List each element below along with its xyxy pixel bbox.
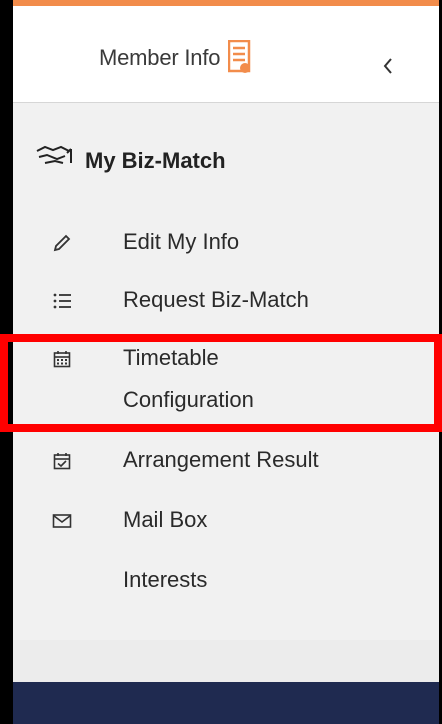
menu-item-label: Edit My Info [123,229,240,254]
menu-item-label: Interests [123,567,208,592]
list-icon [51,290,73,312]
footer-bar [13,682,439,724]
chevron-left-icon [383,58,392,74]
sidebar-header: Member Info [13,6,439,102]
member-info-label: Member Info [99,45,221,70]
menu-item-arrangement-result[interactable]: Arrangement Result [13,440,439,482]
sidebar-panel: Member Info My Biz-Match Edit My Info Re… [13,0,439,724]
header-divider [13,102,439,103]
menu-footer-band [13,640,439,682]
calendar-check-icon [51,450,73,472]
menu-item-interests[interactable]: Interests [13,560,439,602]
menu-item-timetable-configuration[interactable]: Timetable Configuration [13,338,439,422]
pencil-icon [51,232,73,254]
handshake-icon [35,141,83,171]
menu-item-label: Arrangement Result [123,447,319,472]
collapse-sidebar-button[interactable] [373,46,403,86]
menu-item-label: Request Biz-Match [123,287,309,312]
menu-item-label-line-2: Configuration [123,387,254,412]
menu-item-label-line-1: Timetable [123,345,219,370]
section-title: My Biz-Match [35,138,226,174]
menu-item-mail-box[interactable]: Mail Box [13,500,439,542]
menu-item-edit-my-info[interactable]: Edit My Info [13,222,439,264]
mail-icon [51,510,73,532]
section-title-label: My Biz-Match [85,148,226,173]
member-info-link[interactable]: Member Info [99,36,252,80]
document-icon [228,39,252,76]
menu-item-request-biz-match[interactable]: Request Biz-Match [13,280,439,322]
menu-item-label: Mail Box [123,507,208,532]
calendar-icon [51,348,73,370]
